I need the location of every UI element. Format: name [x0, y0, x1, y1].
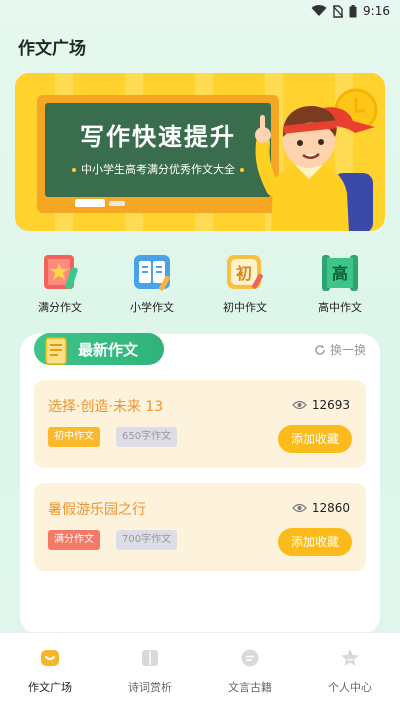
- notebook-icon: [45, 337, 67, 365]
- latest-section-header: 最新作文: [34, 333, 164, 365]
- chu-character-icon: 初: [225, 253, 265, 293]
- status-time: 9:16: [363, 4, 390, 18]
- status-bar: 9:16: [0, 0, 400, 24]
- view-count: 12693: [291, 398, 350, 412]
- category-label: 高中作文: [318, 301, 362, 314]
- category-senior[interactable]: 高 高中作文: [305, 253, 375, 315]
- category-label: 小学作文: [130, 301, 174, 314]
- category-primary[interactable]: 小学作文: [117, 253, 187, 315]
- add-favorite-button[interactable]: 添加收藏: [278, 425, 352, 453]
- eye-icon: [291, 503, 307, 513]
- category-tag: 初中作文: [48, 427, 100, 447]
- page-title: 作文广场: [18, 39, 86, 59]
- square-home-icon: [41, 650, 59, 666]
- classics-chat-icon: [241, 649, 259, 667]
- view-count-value: 12693: [311, 398, 350, 412]
- nav-essay-square[interactable]: 作文广场: [0, 647, 100, 695]
- nav-classics[interactable]: 文言古籍: [200, 647, 300, 695]
- nav-label: 作文广场: [28, 681, 72, 694]
- category-junior[interactable]: 初 初中作文: [210, 253, 280, 315]
- essay-title[interactable]: 选择·创造·未来 13: [48, 396, 163, 416]
- promo-banner[interactable]: 写作快速提升 中小学生高考满分优秀作文大全: [15, 73, 385, 231]
- nav-profile[interactable]: 个人中心: [300, 647, 400, 695]
- svg-text:初: 初: [236, 264, 252, 283]
- add-favorite-button[interactable]: 添加收藏: [278, 528, 352, 556]
- category-label: 满分作文: [38, 301, 82, 314]
- refresh-label: 换一换: [330, 343, 367, 357]
- category-tag: 满分作文: [48, 530, 100, 550]
- category-full-score[interactable]: 满分作文: [25, 253, 95, 315]
- svg-text:高: 高: [332, 264, 348, 283]
- profile-star-icon: [341, 649, 359, 666]
- view-count-value: 12860: [311, 501, 350, 515]
- star-book-icon: [40, 253, 80, 293]
- essay-item[interactable]: 暑假游乐园之行 12860 满分作文 700字作文 添加收藏: [34, 483, 366, 571]
- open-book-icon: [132, 253, 172, 293]
- student-illustration: [255, 106, 375, 231]
- view-count: 12860: [291, 501, 350, 515]
- eye-icon: [291, 400, 307, 410]
- word-count-tag: 700字作文: [116, 530, 178, 550]
- eraser: [75, 199, 105, 207]
- battery-icon: [349, 4, 357, 17]
- category-label: 初中作文: [223, 301, 267, 314]
- no-sim-icon: [333, 4, 344, 18]
- wifi-icon: [311, 5, 327, 17]
- essay-item[interactable]: 选择·创造·未来 13 12693 初中作文 650字作文 添加收藏: [34, 380, 366, 468]
- word-count-tag: 650字作文: [116, 427, 178, 447]
- nav-poetry[interactable]: 诗词赏析: [100, 647, 200, 695]
- refresh-button[interactable]: 换一换: [314, 341, 366, 358]
- bottom-nav: 作文广场 诗词赏析 文言古籍 个人中心: [0, 632, 400, 712]
- gao-scroll-icon: 高: [320, 253, 360, 293]
- chalk: [109, 201, 125, 206]
- refresh-icon: [315, 344, 325, 355]
- section-title: 最新作文: [78, 341, 139, 359]
- nav-label: 个人中心: [328, 681, 372, 694]
- nav-label: 诗词赏析: [128, 681, 172, 694]
- poetry-book-icon: [142, 650, 158, 666]
- nav-label: 文言古籍: [228, 681, 272, 694]
- essay-title[interactable]: 暑假游乐园之行: [48, 499, 146, 519]
